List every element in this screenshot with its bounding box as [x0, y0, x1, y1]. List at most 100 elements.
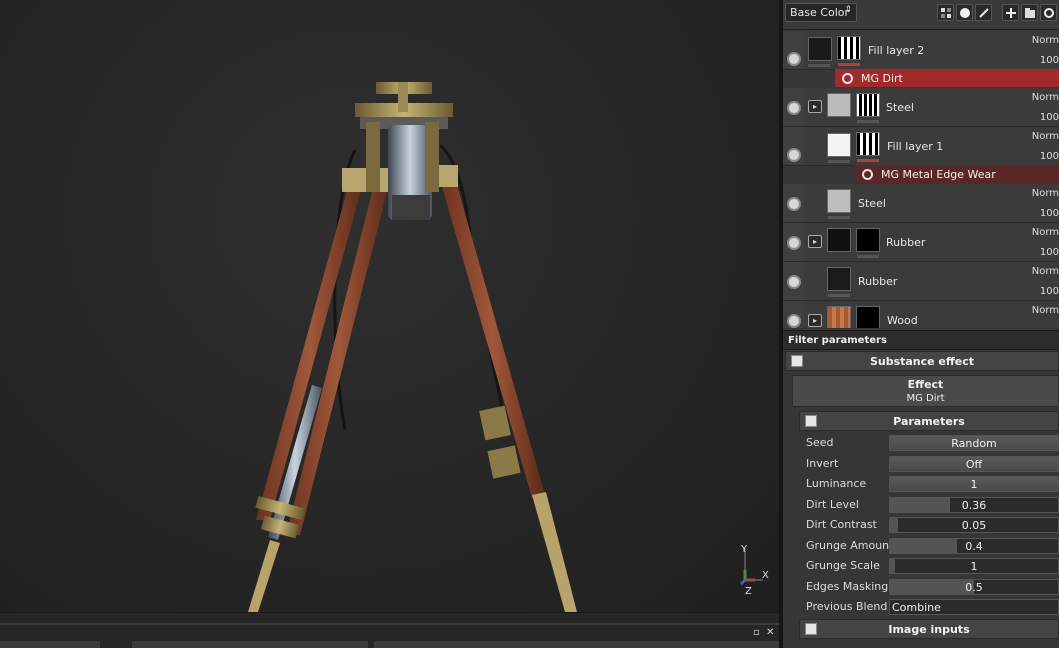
visibility-eye-icon[interactable]	[787, 236, 801, 250]
visibility-eye-icon[interactable]	[787, 148, 801, 162]
layer-name: Steel	[858, 197, 886, 210]
channel-select-value: Base Color	[790, 6, 850, 19]
layer-thumbnail	[827, 306, 851, 328]
param-value: 1	[970, 560, 978, 573]
layer-opacity[interactable]: 100	[1040, 247, 1059, 258]
effect-value: MG Dirt	[906, 393, 945, 404]
layer-opacity[interactable]: 100	[1040, 208, 1059, 219]
param-label: Grunge Amount	[806, 538, 894, 552]
layer-row[interactable]: ▸ Wood Norm	[783, 301, 1059, 328]
param-row: Edges Masking 0.5	[800, 577, 1059, 597]
3d-viewport[interactable]: Y X Z	[0, 0, 779, 612]
param-slider[interactable]: 1	[889, 558, 1059, 574]
param-value: 0.36	[961, 498, 987, 512]
param-label: Dirt Contrast	[806, 518, 877, 531]
param-value: 0.5	[965, 580, 983, 594]
filter-parameters-header: Filter parameters	[783, 330, 1059, 350]
clear-icon[interactable]	[1040, 4, 1057, 21]
layer-blend-mode[interactable]: Norm	[1032, 305, 1059, 316]
layer-thumbnail	[827, 93, 851, 117]
layer-opacity[interactable]: 100	[1040, 112, 1059, 123]
material-sphere-icon[interactable]	[956, 4, 973, 21]
layer-opacity[interactable]: 100	[1040, 55, 1059, 66]
image-inputs-label: Image inputs	[888, 622, 970, 636]
maximize-icon[interactable]: ▫	[753, 627, 760, 638]
paint-brush-icon[interactable]	[975, 4, 992, 21]
layer-blend-mode[interactable]: Norm	[1032, 92, 1059, 103]
param-value: 0.4	[965, 539, 983, 553]
visibility-eye-icon[interactable]	[787, 197, 801, 211]
layer-blend-mode[interactable]: Norm	[1032, 188, 1059, 199]
tripod-model[interactable]	[0, 0, 779, 612]
param-select[interactable]: Combine	[889, 599, 1059, 615]
visibility-eye-icon[interactable]	[787, 52, 801, 66]
param-button[interactable]: 1	[889, 476, 1059, 492]
axis-gizmo: Y X Z	[733, 540, 773, 597]
dock-tab[interactable]	[0, 641, 100, 648]
param-slider[interactable]: 0.4	[889, 537, 1059, 554]
collapse-checkbox[interactable]	[805, 623, 817, 635]
mask-generator-icon[interactable]	[937, 4, 954, 21]
param-row: Luminance 1	[800, 474, 1059, 494]
right-panel: Base Color ⇕ Fill layer 2 Norm 100 MG Di…	[783, 0, 1059, 648]
param-label: Invert	[806, 456, 839, 470]
visibility-eye-icon[interactable]	[787, 275, 801, 289]
effect-visibility-icon[interactable]	[842, 72, 853, 84]
layer-row[interactable]: Fill layer 1 Norm 100	[783, 127, 1059, 166]
param-button[interactable]: Off	[889, 455, 1059, 472]
mask-thumbnail	[856, 306, 880, 328]
param-slider[interactable]: 0.36	[889, 496, 1059, 513]
image-inputs-section[interactable]: Image inputs	[799, 619, 1059, 639]
collapse-checkbox[interactable]	[791, 355, 803, 367]
effect-row-mg-dirt[interactable]: MG Dirt	[835, 69, 1059, 87]
layer-opacity[interactable]: 100	[1040, 151, 1059, 162]
layer-row[interactable]: Steel Norm 100	[783, 184, 1059, 223]
layer-row[interactable]: Fill layer 2 Norm 100	[783, 31, 1059, 70]
visibility-eye-icon[interactable]	[787, 314, 801, 328]
param-label: Grunge Scale	[806, 559, 880, 572]
param-slider[interactable]: 0.05	[889, 517, 1059, 533]
effect-visibility-icon[interactable]	[862, 168, 873, 180]
effect-selector[interactable]: Effect MG Dirt	[792, 375, 1059, 407]
folder-icon[interactable]: ▸	[808, 235, 822, 248]
select-arrows-icon: ⇕	[844, 5, 852, 15]
param-value: Off	[965, 457, 983, 471]
layer-blend-mode[interactable]: Norm	[1032, 266, 1059, 277]
layers-toolbar: Base Color ⇕	[783, 0, 1059, 30]
parameters-section[interactable]: Parameters	[799, 411, 1059, 431]
param-value: 1	[970, 478, 978, 491]
layer-row[interactable]: Rubber Norm 100	[783, 262, 1059, 301]
mask-thumbnail	[856, 93, 880, 117]
add-layer-icon[interactable]	[1002, 4, 1019, 21]
mask-thumbnail	[856, 132, 880, 156]
folder-icon[interactable]: ▸	[808, 314, 822, 327]
param-row: Previous Blend Combine	[800, 597, 1059, 617]
parameters-label: Parameters	[893, 414, 965, 428]
axis-y-label: Y	[740, 544, 748, 555]
layer-blend-mode[interactable]: Norm	[1032, 227, 1059, 238]
layer-thumbnail	[827, 133, 851, 157]
layer-row[interactable]: ▸ Rubber Norm 100	[783, 223, 1059, 262]
layer-row[interactable]: ▸ Steel Norm 100	[783, 88, 1059, 127]
folder-icon[interactable]: ▸	[808, 100, 822, 113]
param-slider[interactable]: 0.5	[889, 578, 1059, 595]
layer-blend-mode[interactable]: Norm	[1032, 35, 1059, 46]
mask-thumbnail	[856, 228, 880, 252]
param-button[interactable]: Random	[889, 435, 1059, 451]
substance-effect-section[interactable]: Substance effect	[785, 351, 1059, 371]
layer-opacity[interactable]: 100	[1040, 286, 1059, 297]
add-folder-icon[interactable]	[1021, 4, 1038, 21]
app-window: Y X Z ▫ ✕ Base Color ⇕ Fill layer 2 Norm…	[0, 0, 1059, 648]
effect-name: MG Metal Edge Wear	[881, 167, 996, 181]
bottom-dock: ▫ ✕	[0, 612, 779, 648]
dock-tab[interactable]	[374, 641, 779, 648]
layer-blend-mode[interactable]: Norm	[1032, 131, 1059, 142]
param-row: Invert Off	[800, 454, 1059, 474]
dock-tab[interactable]	[132, 641, 368, 648]
visibility-eye-icon[interactable]	[787, 101, 801, 115]
effect-row-mg-metal-edge-wear[interactable]: MG Metal Edge Wear	[855, 165, 1059, 183]
channel-select[interactable]: Base Color ⇕	[785, 3, 857, 22]
collapse-checkbox[interactable]	[805, 415, 817, 427]
param-row: Seed Random	[800, 433, 1059, 453]
close-icon[interactable]: ✕	[766, 627, 774, 638]
